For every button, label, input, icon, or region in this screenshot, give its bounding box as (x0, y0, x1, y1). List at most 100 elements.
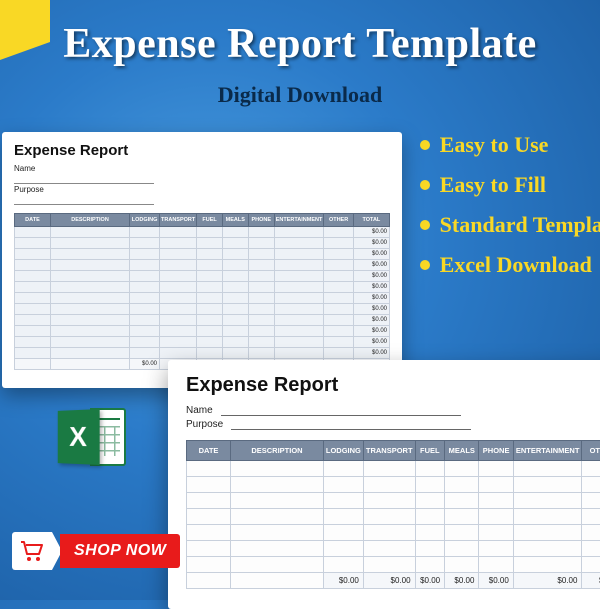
cell[interactable] (363, 557, 415, 573)
cell[interactable] (197, 249, 223, 260)
cell[interactable] (582, 477, 600, 493)
cell[interactable] (274, 238, 324, 249)
cell[interactable] (222, 271, 248, 282)
cell[interactable] (231, 557, 324, 573)
cell[interactable] (445, 493, 479, 509)
cell[interactable] (50, 348, 129, 359)
cell[interactable] (324, 304, 353, 315)
cell[interactable] (323, 557, 363, 573)
cell[interactable] (582, 493, 600, 509)
cell[interactable]: $0.00 (353, 293, 389, 304)
cell[interactable] (479, 525, 513, 541)
cell[interactable] (324, 315, 353, 326)
cell[interactable] (248, 326, 274, 337)
cell[interactable] (274, 282, 324, 293)
cell[interactable] (231, 541, 324, 557)
cell[interactable] (130, 304, 160, 315)
cell[interactable] (415, 509, 445, 525)
cell[interactable] (130, 348, 160, 359)
cell[interactable] (222, 293, 248, 304)
cell[interactable] (50, 337, 129, 348)
cell[interactable] (197, 227, 223, 238)
cell[interactable] (248, 304, 274, 315)
cell[interactable] (363, 509, 415, 525)
cell[interactable] (222, 227, 248, 238)
cell[interactable] (231, 461, 324, 477)
cell[interactable] (274, 304, 324, 315)
cell[interactable] (445, 509, 479, 525)
cell[interactable] (274, 337, 324, 348)
cell[interactable] (197, 260, 223, 271)
cell[interactable] (130, 227, 160, 238)
cell[interactable] (415, 557, 445, 573)
cell[interactable] (15, 326, 51, 337)
cell[interactable] (50, 282, 129, 293)
cell[interactable] (479, 509, 513, 525)
cell[interactable] (222, 260, 248, 271)
cell[interactable] (130, 260, 160, 271)
cell[interactable] (222, 326, 248, 337)
cell[interactable] (324, 271, 353, 282)
cell[interactable] (15, 260, 51, 271)
cell[interactable] (50, 238, 129, 249)
cell[interactable] (513, 557, 582, 573)
cell[interactable] (445, 461, 479, 477)
cell[interactable] (197, 238, 223, 249)
cell[interactable] (197, 348, 223, 359)
cell[interactable] (513, 525, 582, 541)
cell[interactable] (513, 509, 582, 525)
cell[interactable] (15, 304, 51, 315)
cell[interactable] (231, 525, 324, 541)
cell[interactable] (274, 348, 324, 359)
cell[interactable]: $0.00 (353, 271, 389, 282)
cell[interactable] (323, 461, 363, 477)
cell[interactable] (248, 249, 274, 260)
cell[interactable] (197, 271, 223, 282)
cell[interactable] (197, 337, 223, 348)
cell[interactable] (248, 315, 274, 326)
cell[interactable] (324, 348, 353, 359)
purpose-field[interactable] (231, 420, 471, 430)
cell[interactable] (363, 461, 415, 477)
cell[interactable] (324, 293, 353, 304)
cell[interactable] (222, 337, 248, 348)
cell[interactable] (222, 315, 248, 326)
cell[interactable] (479, 461, 513, 477)
cell[interactable] (15, 315, 51, 326)
cell[interactable]: $0.00 (353, 304, 389, 315)
cell[interactable] (187, 541, 231, 557)
cell[interactable] (197, 282, 223, 293)
cell[interactable] (187, 557, 231, 573)
cell[interactable] (130, 249, 160, 260)
cell[interactable] (222, 304, 248, 315)
cell[interactable] (582, 541, 600, 557)
cell[interactable] (274, 249, 324, 260)
cell[interactable] (15, 337, 51, 348)
cell[interactable] (363, 493, 415, 509)
cell[interactable] (197, 315, 223, 326)
cell[interactable] (160, 282, 197, 293)
cell[interactable] (323, 525, 363, 541)
cell[interactable] (50, 293, 129, 304)
cell[interactable] (160, 260, 197, 271)
cell[interactable] (231, 509, 324, 525)
cell[interactable] (513, 477, 582, 493)
cell[interactable] (248, 271, 274, 282)
cell[interactable] (582, 557, 600, 573)
cell[interactable] (187, 525, 231, 541)
cell[interactable] (50, 326, 129, 337)
cell[interactable] (50, 304, 129, 315)
cell[interactable] (197, 293, 223, 304)
cell[interactable] (160, 337, 197, 348)
cell[interactable] (324, 227, 353, 238)
cell[interactable] (415, 525, 445, 541)
cell[interactable] (582, 509, 600, 525)
cell[interactable] (160, 249, 197, 260)
cell[interactable] (324, 249, 353, 260)
cell[interactable] (50, 271, 129, 282)
cell[interactable] (415, 493, 445, 509)
cell[interactable] (160, 315, 197, 326)
cell[interactable] (248, 227, 274, 238)
cell[interactable] (197, 326, 223, 337)
cell[interactable] (248, 348, 274, 359)
